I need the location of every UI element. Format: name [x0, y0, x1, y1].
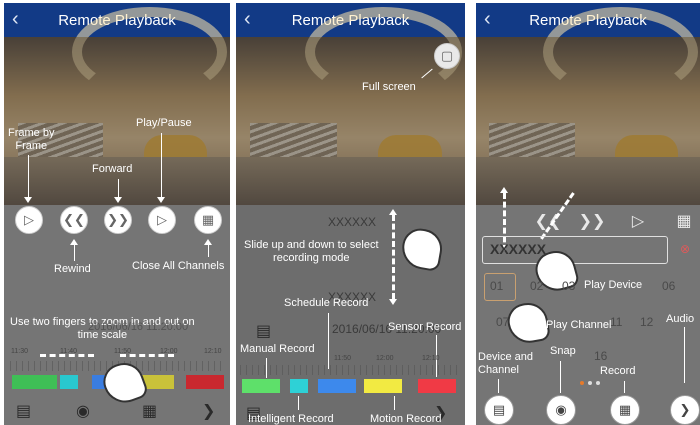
- tick-label: 11:30: [11, 348, 28, 355]
- audio-icon[interactable]: ❯: [670, 395, 700, 425]
- slide-hint-label: Slide up and down to select recording mo…: [244, 239, 379, 264]
- arrow-line: [624, 381, 625, 393]
- playback-panel-record-modes: ‹ Remote Playback ▢ Full screen XXXXXX S…: [236, 3, 465, 425]
- sensor-record-label: Sensor Record: [388, 321, 462, 333]
- timeline-segment-manual: [12, 375, 57, 389]
- grid-icon[interactable]: ▦: [194, 206, 222, 234]
- channel-number[interactable]: 16: [594, 349, 607, 363]
- frame-by-frame-label: Frame by Frame: [8, 127, 55, 152]
- forward-icon[interactable]: ❯❯: [104, 206, 132, 234]
- forward-label: Forward: [92, 163, 133, 175]
- arrow-line: [161, 133, 162, 197]
- back-icon[interactable]: ‹: [484, 8, 491, 31]
- channel-number[interactable]: 11: [610, 315, 622, 329]
- rewind-icon[interactable]: ❮❮: [60, 206, 88, 234]
- record-label: Record: [600, 365, 636, 377]
- device-and-channel-label: Device and Channel: [478, 351, 534, 376]
- schedule-record-label: Schedule Record: [284, 297, 369, 309]
- mode-option[interactable]: XXXXXX: [328, 216, 376, 229]
- channel-number[interactable]: 03: [562, 279, 575, 293]
- arrow-line: [560, 361, 561, 393]
- fullscreen-icon[interactable]: ▢: [434, 43, 460, 69]
- channel-number[interactable]: 06: [662, 279, 675, 293]
- tick-label: 11:50: [334, 355, 351, 362]
- timeline-segment-intelligent: [60, 375, 78, 389]
- audio-icon[interactable]: ❯: [202, 401, 215, 421]
- rewind-label: Rewind: [54, 263, 91, 275]
- close-icon[interactable]: ⊗: [680, 243, 690, 256]
- close-all-channels-label: Close All Channels: [132, 260, 225, 272]
- arrow-line: [298, 396, 299, 410]
- camera-icon[interactable]: ◉: [546, 395, 576, 425]
- playback-panel-controls: ‹ Remote Playback Frame by Frame Forward…: [4, 3, 230, 425]
- channel-number[interactable]: 12: [640, 315, 653, 329]
- device-icon[interactable]: ▤: [16, 401, 31, 421]
- legend-swatch-sensor: [418, 379, 456, 393]
- arrow-line: [74, 245, 75, 261]
- play-icon[interactable]: ▷: [148, 206, 176, 234]
- play-device-label: Play Device: [584, 279, 643, 291]
- arrow-line: [392, 215, 395, 299]
- audio-label: Audio: [666, 313, 695, 325]
- timeline-segment-sensor: [186, 375, 224, 389]
- play-channel-label: Play Channel: [546, 319, 612, 331]
- device-icon[interactable]: ▤: [256, 321, 271, 341]
- tick-label: 12:00: [376, 355, 394, 362]
- back-icon[interactable]: ‹: [244, 8, 251, 31]
- page-indicator: [580, 381, 600, 385]
- device-icon[interactable]: ▤: [484, 395, 514, 425]
- manual-record-label: Manual Record: [240, 343, 315, 355]
- tick-label: 12:10: [422, 355, 440, 362]
- frame-icon[interactable]: ▷: [15, 206, 43, 234]
- record-icon[interactable]: ▦: [142, 401, 157, 421]
- grid-icon[interactable]: ▦: [670, 207, 698, 235]
- play-pause-label: Play/Pause: [136, 117, 192, 129]
- full-screen-label: Full screen: [362, 81, 416, 93]
- snap-label: Snap: [550, 345, 576, 357]
- arrow-head: [157, 197, 165, 203]
- tick-label: 12:00: [160, 348, 178, 355]
- back-icon[interactable]: ‹: [12, 8, 19, 31]
- arrow-head: [24, 197, 32, 203]
- device-selection-text: XXXXXX: [490, 241, 547, 257]
- time-scale[interactable]: [240, 365, 460, 375]
- arrow-line: [208, 245, 209, 257]
- arrow-line: [328, 313, 329, 369]
- date-display: 2016/06/16 11:20:00: [88, 321, 189, 333]
- arrow-line: [118, 179, 119, 197]
- record-icon[interactable]: ▦: [610, 395, 640, 425]
- arrow-line: [394, 396, 395, 410]
- arrow-head: [114, 197, 122, 203]
- legend-swatch-manual: [242, 379, 280, 393]
- play-icon[interactable]: ▷: [624, 207, 652, 235]
- channel-number[interactable]: 02: [530, 279, 543, 293]
- camera-icon[interactable]: ◉: [76, 401, 90, 421]
- forward-icon[interactable]: ❯❯: [578, 207, 606, 235]
- tick-label: 11:50: [114, 348, 131, 355]
- playback-panel-channels: ‹ Remote Playback ❮❮ ❯❯ ▷ ▦ XXXXXX ⊗ Pla…: [476, 3, 700, 425]
- arrow-head: [389, 299, 397, 305]
- legend-swatch-schedule: [318, 379, 356, 393]
- tick-label: 11:40: [60, 348, 77, 355]
- tick-label: 12:10: [204, 348, 222, 355]
- legend-swatch-motion: [364, 379, 402, 393]
- arrow-line: [498, 379, 499, 393]
- intelligent-record-label: Intelligent Record: [248, 413, 334, 425]
- legend-swatch-intelligent: [290, 379, 308, 393]
- arrow-head: [500, 187, 508, 193]
- channel-number[interactable]: 01: [490, 279, 503, 293]
- arrow-line: [684, 327, 685, 383]
- arrow-head: [389, 209, 397, 215]
- arrow-line: [28, 155, 29, 197]
- motion-record-label: Motion Record: [370, 413, 442, 425]
